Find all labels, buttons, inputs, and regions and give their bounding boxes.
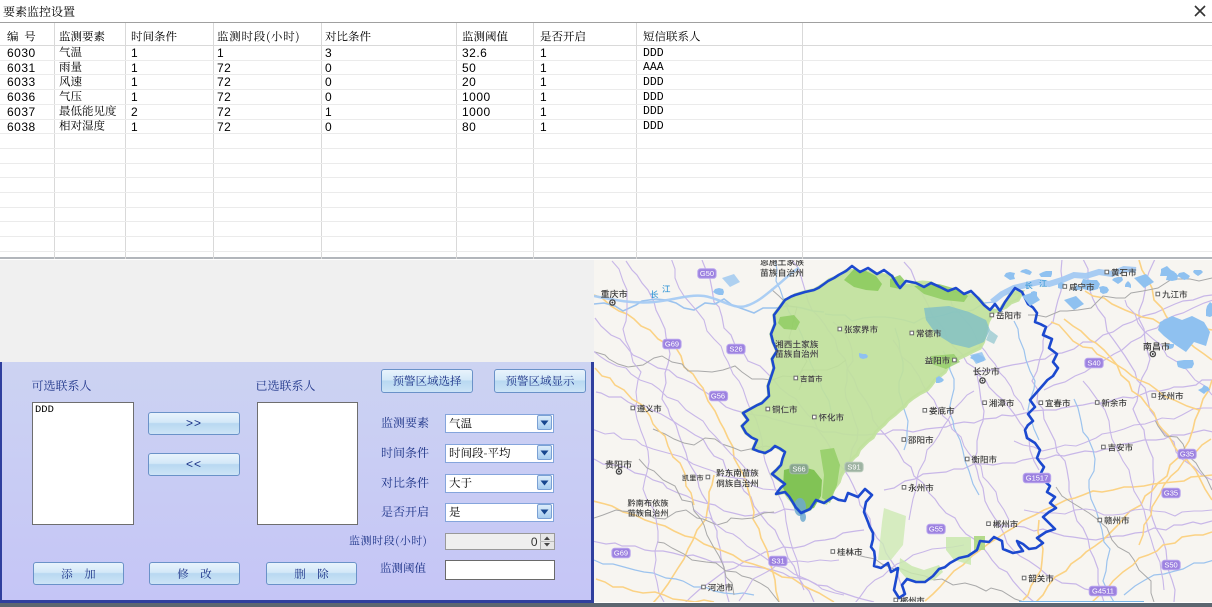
svg-text:S66: S66 xyxy=(792,465,805,474)
svg-text:S26: S26 xyxy=(729,345,742,354)
svg-text:G35: G35 xyxy=(1164,489,1178,498)
svg-text:G4511: G4511 xyxy=(1092,587,1114,596)
svg-text:G35: G35 xyxy=(1180,450,1194,459)
svg-text:G55: G55 xyxy=(929,525,943,534)
svg-text:S91: S91 xyxy=(847,463,860,472)
svg-text:G56: G56 xyxy=(711,392,725,401)
svg-text:S40: S40 xyxy=(1087,359,1100,368)
svg-text:G69: G69 xyxy=(614,549,628,558)
svg-text:G50: G50 xyxy=(700,269,714,278)
svg-text:S31: S31 xyxy=(771,557,784,566)
svg-text:G1517: G1517 xyxy=(1026,474,1049,483)
svg-text:S50: S50 xyxy=(1164,561,1177,570)
svg-text:G69: G69 xyxy=(665,340,679,349)
